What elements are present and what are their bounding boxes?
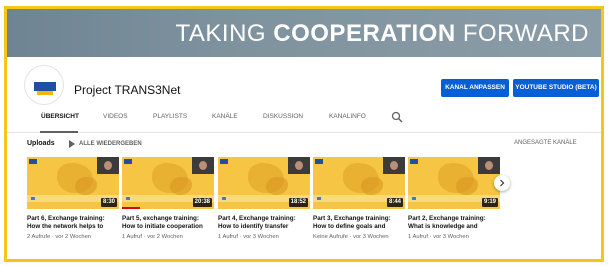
video-card[interactable]: 18:52 Part 4, Exchange training: How to i…: [218, 157, 310, 240]
presenter-face: [485, 161, 493, 170]
channel-avatar[interactable]: [24, 65, 64, 105]
chevron-right-icon: [500, 179, 505, 187]
tab-videos[interactable]: VIDEOS: [103, 113, 128, 120]
video-thumbnail[interactable]: 20:38: [122, 157, 214, 209]
video-thumbnail[interactable]: 18:52: [218, 157, 310, 209]
map-graphic: [266, 177, 288, 195]
map-graphic: [170, 177, 192, 195]
video-meta: 1 Aufruf · vor 3 Wochen: [408, 234, 469, 240]
project-logo-icon: [220, 159, 228, 164]
video-meta: 1 Aufruf · vor 3 Wochen: [218, 234, 279, 240]
channel-tabs: ÜBERSICHT VIDEOS PLAYLISTS KANÄLE DISKUS…: [7, 105, 601, 133]
video-duration: 9:19: [481, 198, 498, 207]
video-card[interactable]: 20:38 Part 5, exchange training: How to i…: [122, 157, 214, 240]
presenter-face: [104, 161, 112, 170]
play-icon[interactable]: [69, 140, 75, 148]
tab-overview[interactable]: ÜBERSICHT: [41, 113, 79, 120]
video-title[interactable]: Part 3, Exchange training: How to define…: [313, 215, 405, 230]
video-thumbnail[interactable]: 8:44: [313, 157, 405, 209]
slide-marker: [126, 197, 130, 200]
project-logo-icon: [124, 159, 132, 164]
video-card[interactable]: 8:30 Part 6, Exchange training: How the n…: [27, 157, 119, 240]
watch-progress-bar: [122, 207, 141, 209]
map-graphic: [75, 177, 97, 195]
featured-channels-heading: ANGESAGTE KANÄLE: [514, 140, 577, 146]
webcam-inset: [97, 157, 119, 174]
trans3net-logo-icon: [34, 82, 56, 91]
uploads-heading[interactable]: Uploads: [27, 140, 55, 147]
presenter-face: [390, 161, 398, 170]
banner-text-end: FORWARD: [455, 20, 589, 47]
video-card[interactable]: 9:19 Part 2, Exchange training: What is k…: [408, 157, 500, 240]
youtube-studio-button[interactable]: YOUTUBE STUDIO (BETA): [513, 79, 599, 97]
video-title[interactable]: Part 2, Exchange training: What is knowl…: [408, 215, 500, 230]
channel-banner: TAKING COOPERATION FORWARD: [7, 9, 601, 57]
presenter-face: [199, 161, 207, 170]
shelf-next-button[interactable]: [494, 175, 510, 191]
slide-marker: [31, 197, 35, 200]
channel-page-frame: TAKING COOPERATION FORWARD Project TRANS…: [4, 6, 604, 262]
tab-playlists[interactable]: PLAYLISTS: [153, 113, 187, 120]
video-duration: 8:30: [100, 198, 117, 207]
play-all-button[interactable]: ALLE WIEDERGEBEN: [79, 141, 142, 147]
webcam-inset: [192, 157, 214, 174]
channel-name: Project TRANS3Net: [74, 83, 181, 97]
channel-header: Project TRANS3Net KANAL ANPASSEN YOUTUBE…: [7, 57, 601, 105]
video-thumbnail[interactable]: 9:19: [408, 157, 500, 209]
logo-stripe: [37, 91, 53, 95]
map-graphic: [361, 177, 383, 195]
slide-marker: [317, 197, 321, 200]
project-logo-icon: [315, 159, 323, 164]
video-meta: 2 Aufrufe · vor 2 Wochen: [27, 234, 92, 240]
project-logo-icon: [29, 159, 37, 164]
video-card[interactable]: 8:44 Part 3, Exchange training: How to de…: [313, 157, 405, 240]
project-logo-icon: [410, 159, 418, 164]
video-duration: 18:52: [288, 198, 308, 207]
webcam-inset: [288, 157, 310, 174]
active-tab-indicator: [40, 131, 78, 133]
slide-marker: [412, 197, 416, 200]
video-title[interactable]: Part 4, Exchange training: How to identi…: [218, 215, 310, 230]
banner-text-light: TAKING: [175, 20, 274, 47]
customize-channel-button[interactable]: KANAL ANPASSEN: [441, 79, 509, 97]
presenter-face: [295, 161, 303, 170]
banner-text-bold: COOPERATION: [273, 20, 456, 47]
video-meta: Keine Aufrufe · vor 3 Wochen: [313, 234, 389, 240]
slide-marker: [222, 197, 226, 200]
video-meta: 1 Aufruf · vor 2 Wochen: [122, 234, 183, 240]
video-thumbnail[interactable]: 8:30: [27, 157, 119, 209]
banner-title: TAKING COOPERATION FORWARD: [176, 20, 589, 48]
video-duration: 8:44: [386, 198, 403, 207]
webcam-inset: [383, 157, 405, 174]
video-duration: 20:38: [192, 198, 212, 207]
search-icon[interactable]: [391, 111, 403, 123]
tab-about[interactable]: KANALINFO: [329, 113, 366, 120]
video-title[interactable]: Part 5, exchange training: How to initia…: [122, 215, 214, 230]
tab-discussion[interactable]: DISKUSSION: [263, 113, 303, 120]
map-graphic: [456, 177, 478, 195]
video-title[interactable]: Part 6, Exchange training: How the netwo…: [27, 215, 119, 230]
tab-channels[interactable]: KANÄLE: [212, 113, 238, 120]
webcam-inset: [478, 157, 500, 174]
